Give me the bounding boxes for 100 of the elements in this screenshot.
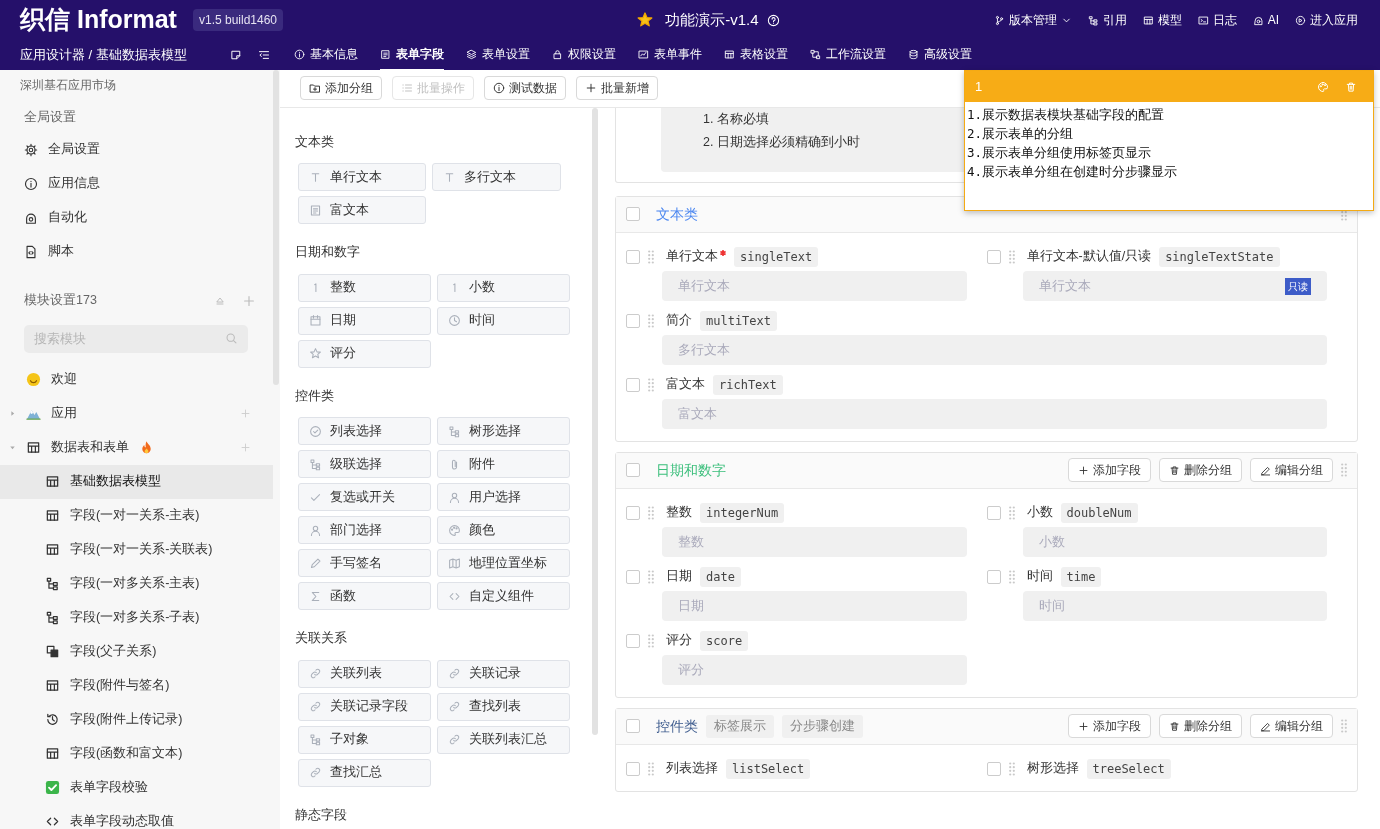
field-type-button[interactable]: 日期 bbox=[298, 306, 431, 335]
field-type-button[interactable]: 级联选择 bbox=[298, 450, 431, 479]
input-field[interactable]: 小数 bbox=[1022, 526, 1327, 557]
menu-item[interactable]: 模型 bbox=[1142, 11, 1182, 29]
field-type-button[interactable]: 评分 bbox=[298, 339, 431, 368]
scrollbar[interactable] bbox=[592, 107, 598, 735]
field-type-button[interactable]: 列表选择 bbox=[298, 417, 431, 446]
field-type-button[interactable]: 关联列表汇总 bbox=[437, 725, 570, 754]
tab[interactable]: 表格设置 bbox=[724, 45, 788, 71]
field-type-button[interactable]: 复选或开关 bbox=[298, 483, 431, 512]
field-type-button[interactable]: 查找汇总 bbox=[298, 758, 431, 787]
input-field[interactable]: 评分 bbox=[662, 654, 967, 685]
field-type-button[interactable]: 子对象 bbox=[298, 725, 431, 754]
tree-item[interactable]: 字段(一对一关系-主表) bbox=[0, 498, 273, 533]
tree-item[interactable]: 表单字段动态取值 bbox=[0, 804, 273, 829]
group-button[interactable]: 编辑分组 bbox=[1250, 458, 1333, 483]
help-icon[interactable] bbox=[766, 13, 780, 27]
field-type-button[interactable]: 颜色 bbox=[437, 516, 570, 545]
collapse-button[interactable] bbox=[258, 49, 270, 61]
tab[interactable]: 表单设置 bbox=[466, 45, 530, 71]
checkbox[interactable] bbox=[626, 569, 640, 584]
delete-button[interactable] bbox=[1345, 80, 1357, 93]
drag-handle-icon[interactable] bbox=[1008, 569, 1015, 584]
field-type-button[interactable]: 富文本 bbox=[298, 196, 426, 225]
field-type-button[interactable]: 附件 bbox=[437, 450, 570, 479]
tree-item[interactable]: 字段(函数和富文本) bbox=[0, 736, 273, 771]
tree-item[interactable]: 应用 bbox=[0, 396, 273, 431]
field-type-button[interactable]: 树形选择 bbox=[437, 417, 570, 446]
checkbox[interactable] bbox=[626, 377, 640, 392]
field-type-button[interactable]: 部门选择 bbox=[298, 516, 431, 545]
field-type-button[interactable]: 时间 bbox=[437, 306, 570, 335]
field-type-button[interactable]: 整数 bbox=[298, 273, 431, 302]
input-field[interactable]: 日期 bbox=[662, 590, 967, 621]
input-field[interactable]: 时间 bbox=[1022, 590, 1327, 621]
checkbox[interactable] bbox=[626, 761, 640, 776]
tree-item[interactable]: 字段(一对多关系-主表) bbox=[0, 566, 273, 601]
sidebar-item[interactable]: 脚本 bbox=[0, 234, 273, 269]
toolbar-button[interactable]: 测试数据 bbox=[484, 76, 566, 101]
toolbar-button[interactable]: 批量新增 bbox=[576, 76, 658, 101]
group-button[interactable]: 编辑分组 bbox=[1250, 714, 1333, 739]
drag-handle-icon[interactable] bbox=[1341, 719, 1347, 734]
drag-handle-icon[interactable] bbox=[1008, 761, 1015, 776]
checkbox[interactable] bbox=[986, 249, 1001, 264]
tree-item[interactable]: 表单字段校验 bbox=[0, 770, 273, 805]
checkbox[interactable] bbox=[986, 505, 1001, 520]
tree-item[interactable]: 字段(附件上传记录) bbox=[0, 702, 273, 737]
field-type-button[interactable]: 关联记录 bbox=[437, 659, 570, 688]
tab[interactable]: 基本信息 bbox=[294, 45, 358, 71]
field-type-button[interactable]: 查找列表 bbox=[437, 692, 570, 721]
drag-handle-icon[interactable] bbox=[648, 761, 654, 776]
checkbox[interactable] bbox=[986, 761, 1001, 776]
drag-handle-icon[interactable] bbox=[648, 505, 654, 520]
group-button[interactable]: 删除分组 bbox=[1159, 714, 1242, 739]
field-type-button[interactable]: 关联列表 bbox=[298, 659, 431, 688]
checkbox[interactable] bbox=[626, 633, 640, 648]
checkbox[interactable] bbox=[626, 463, 640, 478]
checkbox[interactable] bbox=[626, 313, 640, 328]
input-field[interactable]: 富文本 bbox=[662, 398, 1327, 429]
plus-icon[interactable] bbox=[242, 294, 256, 309]
field-type-button[interactable]: 自定义组件 bbox=[437, 582, 570, 611]
drag-handle-icon[interactable] bbox=[1341, 463, 1347, 478]
palette-button[interactable] bbox=[1317, 80, 1329, 93]
input-field[interactable]: 整数 bbox=[662, 526, 967, 557]
eject-icon[interactable] bbox=[214, 295, 226, 308]
tab[interactable]: 工作流设置 bbox=[810, 45, 886, 71]
drag-handle-icon[interactable] bbox=[1008, 249, 1015, 264]
menu-item[interactable]: AI bbox=[1252, 11, 1279, 29]
note-button[interactable] bbox=[230, 49, 242, 61]
checkbox[interactable] bbox=[626, 505, 640, 520]
checkbox[interactable] bbox=[986, 569, 1001, 584]
plus-icon[interactable] bbox=[240, 442, 251, 454]
drag-handle-icon[interactable] bbox=[648, 633, 654, 648]
field-type-button[interactable]: 函数 bbox=[298, 582, 431, 611]
menu-item[interactable]: 引用 bbox=[1087, 11, 1127, 29]
group-button[interactable]: 删除分组 bbox=[1159, 458, 1242, 483]
tree-item[interactable]: 字段(一对多关系-子表) bbox=[0, 600, 273, 635]
drag-handle-icon[interactable] bbox=[648, 249, 654, 264]
tree-item[interactable]: 字段(附件与签名) bbox=[0, 668, 273, 703]
tab[interactable]: 表单字段 bbox=[380, 45, 444, 71]
checkbox[interactable] bbox=[626, 249, 640, 264]
scrollbar[interactable] bbox=[273, 70, 279, 385]
sidebar-item[interactable]: 应用信息 bbox=[0, 166, 273, 201]
tab[interactable]: 表单事件 bbox=[638, 45, 702, 71]
drag-handle-icon[interactable] bbox=[648, 377, 654, 392]
input-field[interactable]: 多行文本 bbox=[662, 334, 1327, 365]
field-type-button[interactable]: 用户选择 bbox=[437, 483, 570, 512]
checkbox[interactable] bbox=[626, 719, 640, 734]
sidebar-item[interactable]: 自动化 bbox=[0, 200, 273, 235]
field-type-button[interactable]: 手写签名 bbox=[298, 549, 431, 578]
tree-item[interactable]: 欢迎 bbox=[0, 362, 273, 397]
plus-icon[interactable] bbox=[240, 408, 251, 420]
menu-item[interactable]: 日志 bbox=[1197, 11, 1237, 29]
sidebar-item[interactable]: 全局设置 bbox=[0, 132, 273, 167]
toolbar-button[interactable]: 添加分组 bbox=[300, 76, 382, 101]
menu-item[interactable]: 版本管理 bbox=[993, 11, 1072, 29]
group-button[interactable]: 添加字段 bbox=[1068, 458, 1151, 483]
tab[interactable]: 高级设置 bbox=[908, 45, 972, 71]
input-field[interactable]: 单行文本 bbox=[662, 270, 967, 301]
field-type-button[interactable]: 地理位置坐标 bbox=[437, 549, 570, 578]
drag-handle-icon[interactable] bbox=[648, 313, 654, 328]
